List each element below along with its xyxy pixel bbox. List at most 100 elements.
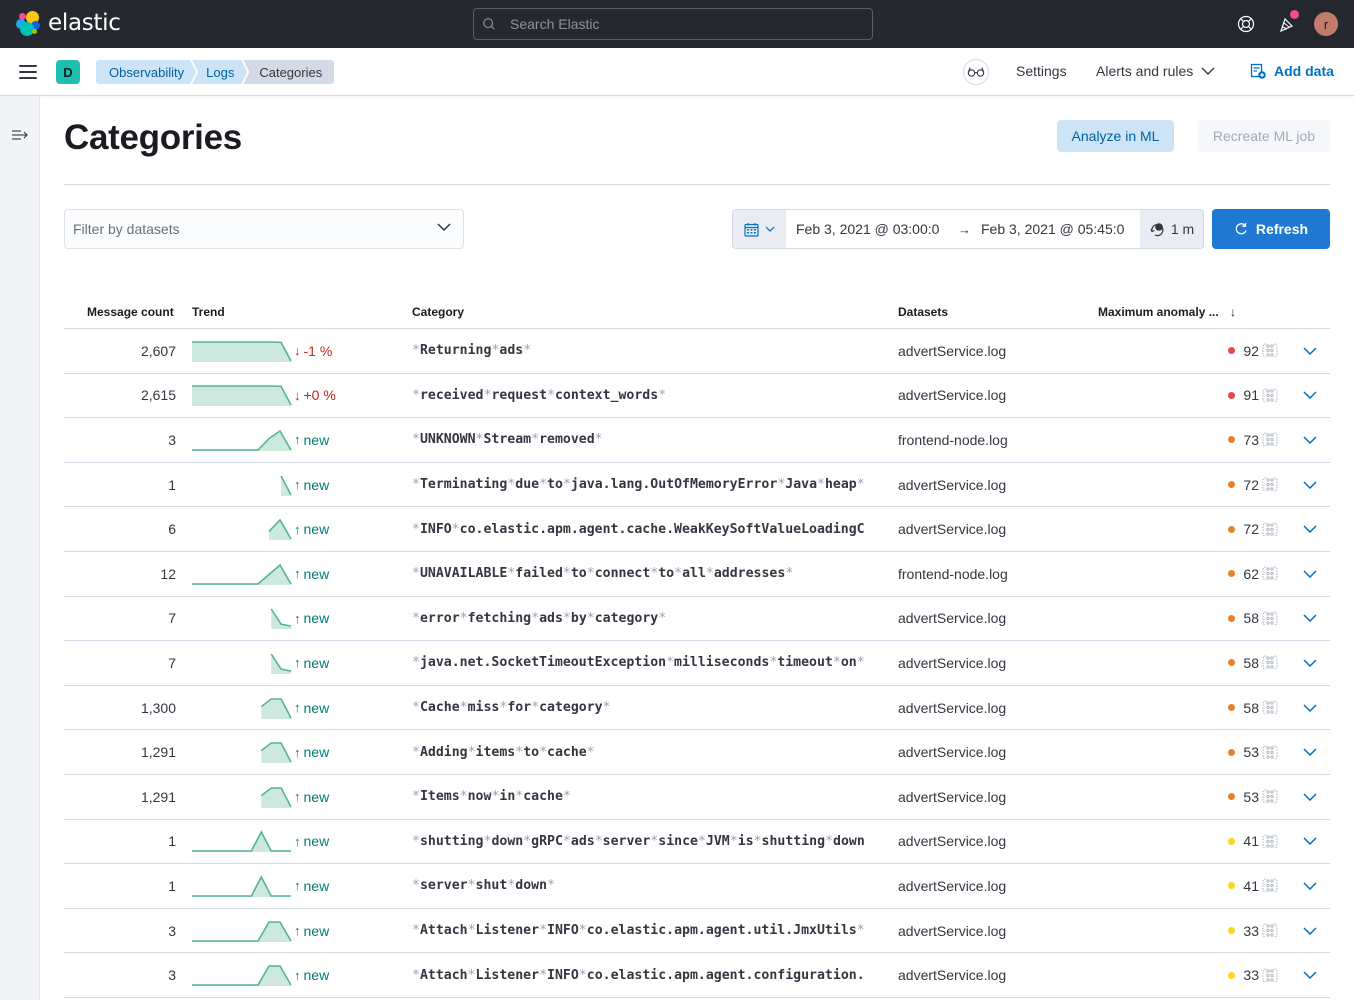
category-pattern: * Cache * miss * for * category * — [412, 686, 892, 730]
ml-app-icon — [1262, 968, 1278, 983]
expand-nav-icon[interactable] — [11, 128, 29, 142]
category-token: shutting — [419, 833, 484, 849]
trend-line — [192, 875, 291, 897]
expand-row-button[interactable] — [1300, 463, 1320, 507]
expand-row-button[interactable] — [1300, 864, 1320, 908]
user-avatar[interactable]: r — [1314, 12, 1338, 36]
category-token: Java — [785, 477, 818, 493]
view-in-anomaly-explorer-button[interactable] — [1261, 463, 1279, 507]
expand-row-button[interactable] — [1300, 552, 1320, 596]
view-in-anomaly-explorer-button[interactable] — [1261, 374, 1279, 418]
category-token: cache — [547, 744, 587, 760]
expand-row-button[interactable] — [1300, 686, 1320, 730]
trend-change: ↓ +0 % — [294, 374, 336, 418]
anomaly-score: 72 — [1204, 463, 1259, 507]
trend-sparkline — [192, 374, 292, 418]
view-in-anomaly-explorer-button[interactable] — [1261, 909, 1279, 953]
view-in-anomaly-explorer-button[interactable] — [1261, 552, 1279, 596]
settings-link[interactable]: Settings — [1016, 63, 1067, 79]
analyze-in-ml-button[interactable]: Analyze in ML — [1057, 120, 1174, 152]
view-in-anomaly-explorer-button[interactable] — [1261, 418, 1279, 462]
elastic-logo[interactable]: elastic — [16, 10, 121, 36]
trend-change-value: new — [303, 967, 330, 984]
view-in-anomaly-explorer-button[interactable] — [1261, 820, 1279, 864]
view-in-anomaly-explorer-button[interactable] — [1261, 329, 1279, 373]
dataset-filter-combobox[interactable]: Filter by datasets — [64, 209, 464, 249]
anomaly-score: 58 — [1204, 597, 1259, 641]
arrow-up-icon: ↑ — [294, 744, 301, 760]
ml-app-icon — [1262, 878, 1278, 893]
wildcard: * — [412, 610, 420, 626]
expand-row-button[interactable] — [1300, 329, 1320, 373]
view-in-anomaly-explorer-button[interactable] — [1261, 775, 1279, 819]
anomaly-score-value: 91 — [1243, 387, 1259, 404]
chevron-down-icon — [1303, 659, 1317, 667]
expand-row-button[interactable] — [1300, 820, 1320, 864]
category-token: fetching — [467, 610, 532, 626]
add-data-link[interactable]: Add data — [1250, 63, 1334, 79]
view-in-anomaly-explorer-button[interactable] — [1261, 686, 1279, 730]
end-date-button[interactable]: Feb 3, 2021 @ 05:45:0 — [981, 221, 1133, 237]
wildcard: * — [412, 432, 420, 448]
expand-row-button[interactable] — [1300, 418, 1320, 462]
arrow-up-icon: ↑ — [294, 700, 301, 716]
breadcrumb-logs[interactable]: Logs — [192, 60, 247, 84]
expand-row-button[interactable] — [1300, 597, 1320, 641]
category-pattern: * UNAVAILABLE * failed * to * connect * to * all * ad… — [412, 552, 892, 596]
expand-row-button[interactable] — [1300, 775, 1320, 819]
wildcard: * — [467, 967, 476, 983]
expand-row-button[interactable] — [1300, 641, 1320, 685]
wildcard: * — [467, 923, 476, 939]
trend-chart — [192, 920, 292, 942]
space-avatar[interactable]: D — [56, 60, 80, 84]
timer-refresh-icon — [1150, 223, 1164, 237]
expand-row-button[interactable] — [1300, 507, 1320, 551]
expand-row-button[interactable] — [1300, 953, 1320, 997]
expand-row-button[interactable] — [1300, 730, 1320, 774]
category-token: to — [523, 744, 540, 760]
view-in-anomaly-explorer-button[interactable] — [1261, 507, 1279, 551]
view-in-anomaly-explorer-button[interactable] — [1261, 730, 1279, 774]
column-header-message-count[interactable]: Message count — [87, 305, 174, 319]
wildcard: * — [412, 566, 420, 582]
category-token: co.elastic.apm.agent.util.JmxUtils — [586, 923, 857, 939]
news-button[interactable] — [1275, 10, 1299, 36]
breadcrumb-observability[interactable]: Observability — [96, 60, 196, 84]
severity-dot-minor — [1228, 971, 1236, 979]
refresh-interval-button[interactable]: 1 m — [1140, 210, 1203, 248]
menu-toggle-button[interactable] — [19, 65, 37, 79]
alerts-and-rules-menu[interactable]: Alerts and rules — [1096, 63, 1215, 79]
ml-app-icon — [1262, 343, 1278, 358]
recreate-ml-job-button[interactable]: Recreate ML job — [1198, 120, 1330, 152]
wildcard: * — [650, 566, 659, 582]
expand-row-button[interactable] — [1300, 909, 1320, 953]
view-in-anomaly-explorer-button[interactable] — [1261, 641, 1279, 685]
arrow-down-icon: ↓ — [294, 387, 301, 403]
global-search[interactable] — [473, 8, 873, 40]
view-in-anomaly-explorer-button[interactable] — [1261, 953, 1279, 997]
quick-select-button[interactable] — [733, 210, 786, 248]
view-in-anomaly-explorer-button[interactable] — [1261, 597, 1279, 641]
view-in-anomaly-explorer-button[interactable] — [1261, 864, 1279, 908]
wildcard: * — [856, 923, 865, 939]
category-token: addresses — [713, 566, 786, 582]
trend-change-value: new — [303, 476, 330, 493]
wildcard: * — [459, 700, 468, 716]
wildcard: * — [578, 923, 587, 939]
wildcard: * — [856, 655, 865, 671]
trend-area — [192, 832, 291, 853]
table-row: 1 ↑ new * server * shut * down * advertService.log… — [64, 864, 1330, 909]
inspect-button[interactable] — [963, 59, 989, 85]
category-token: error — [419, 610, 460, 626]
search-input[interactable] — [510, 16, 850, 32]
trend-change-value: new — [303, 431, 330, 448]
trend-chart — [192, 563, 292, 585]
expand-row-button[interactable] — [1300, 374, 1320, 418]
help-button[interactable] — [1234, 12, 1258, 36]
trend-change: ↑ new — [294, 730, 329, 774]
start-date-button[interactable]: Feb 3, 2021 @ 03:00:0 — [796, 221, 948, 237]
refresh-button[interactable]: Refresh — [1212, 209, 1330, 249]
category-pattern: * java.net.SocketTimeoutException * millise… — [412, 641, 892, 685]
column-header-max-anomaly[interactable]: Maximum anomaly ... ↓ — [1098, 305, 1236, 319]
message-count: 1 — [168, 877, 176, 894]
